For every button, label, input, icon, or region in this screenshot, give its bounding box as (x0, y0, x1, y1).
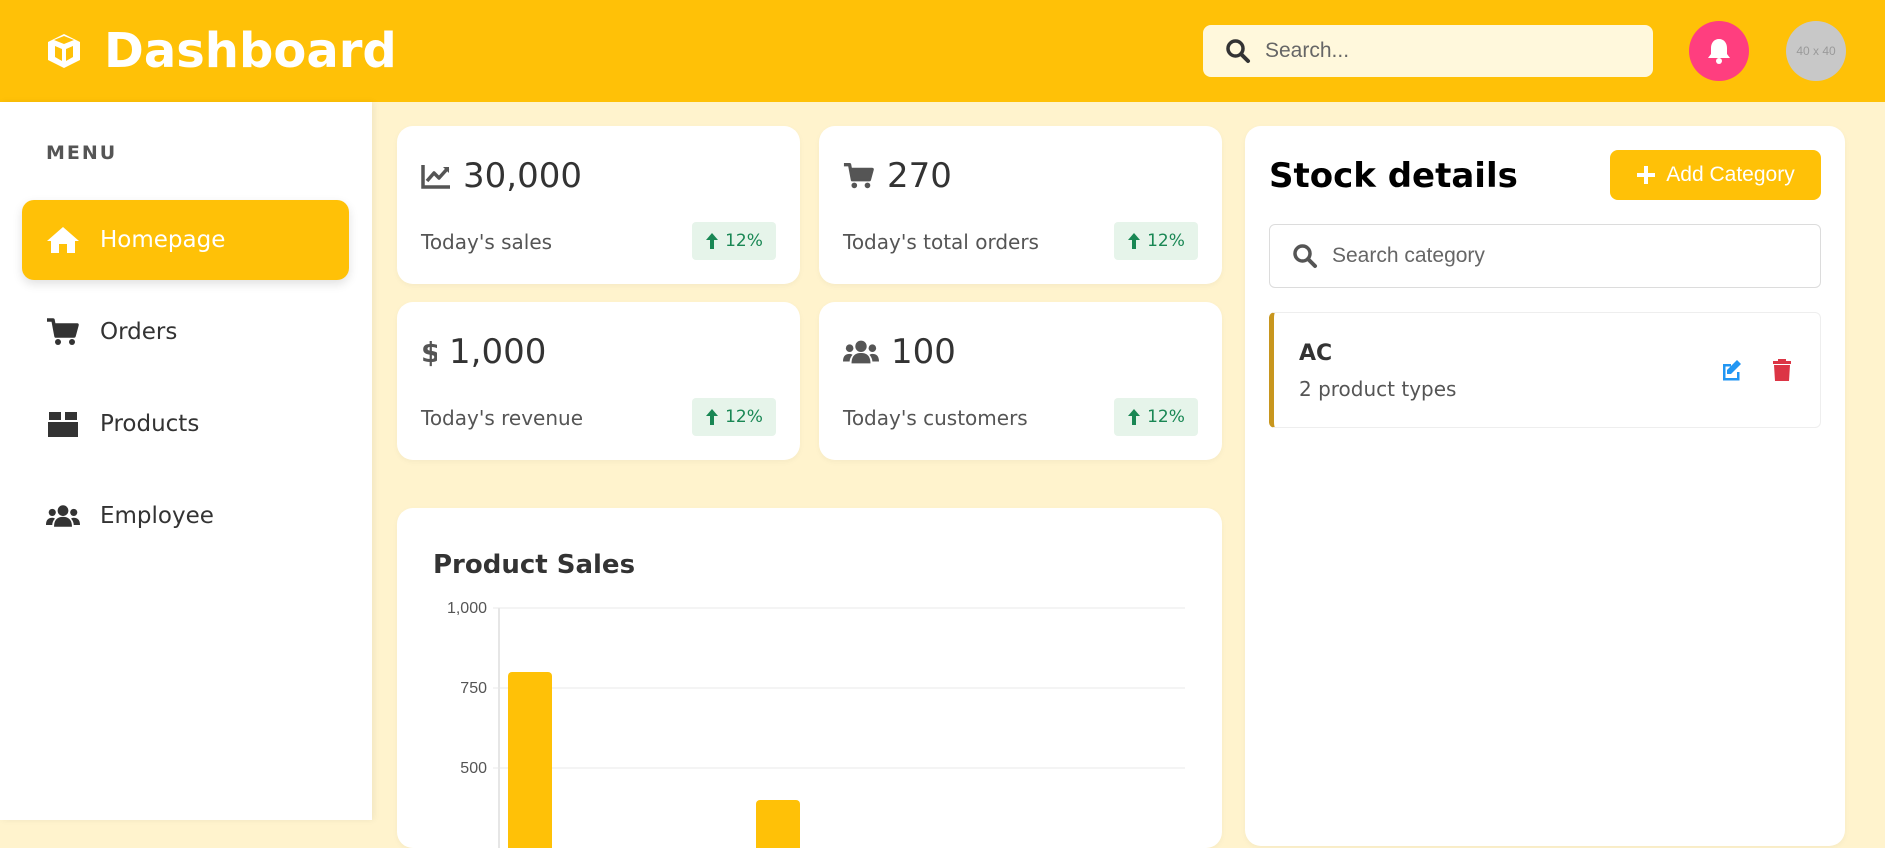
category-name: AC (1299, 341, 1333, 366)
sidebar-item-label: Products (100, 411, 200, 437)
stat-card-customers: 100 Today's customers 12% (819, 302, 1222, 460)
stat-label: Today's revenue (421, 406, 584, 430)
cart-icon (47, 318, 79, 345)
notifications-button[interactable] (1689, 21, 1749, 81)
sidebar-item-label: Homepage (100, 227, 226, 253)
status-badge: 12% (1114, 222, 1198, 260)
stock-title: Stock details (1269, 156, 1518, 196)
app-title: Dashboard (104, 23, 397, 79)
stat-label: Today's total orders (843, 230, 1039, 254)
arrow-up-icon (1128, 409, 1141, 425)
bar[interactable] (508, 672, 552, 848)
brand[interactable]: Dashboard (44, 22, 397, 80)
sidebar-item-label: Employee (100, 503, 214, 529)
stat-value: 1,000 (449, 332, 547, 372)
arrow-up-icon (706, 233, 719, 249)
list-item[interactable]: AC 2 product types (1269, 312, 1821, 428)
stat-card-revenue: $ 1,000 Today's revenue 12% (397, 302, 800, 460)
sidebar-item-label: Orders (100, 319, 178, 345)
change-percent: 12% (725, 231, 763, 251)
stat-value-row: 270 (843, 156, 952, 196)
add-category-button[interactable]: Add Category (1610, 150, 1821, 200)
search-input[interactable] (1265, 39, 1645, 63)
bell-icon (1708, 39, 1730, 64)
chart-line-icon (421, 165, 450, 189)
y-tick-label: 750 (460, 680, 487, 697)
users-icon (843, 340, 879, 364)
stat-label: Today's sales (421, 230, 553, 254)
edit-icon[interactable] (1719, 358, 1743, 382)
search-icon (1293, 244, 1317, 268)
avatar-placeholder-text: 40 x 40 (1796, 44, 1836, 58)
sidebar: MENU Homepage Orders Products Employee (0, 102, 372, 820)
box-icon (48, 412, 78, 437)
sidebar-item-employee[interactable]: Employee (22, 476, 349, 556)
y-tick-label: 1,000 (447, 600, 487, 617)
svg-text:$: $ (421, 337, 437, 367)
status-badge: 12% (692, 398, 776, 436)
add-category-label: Add Category (1666, 163, 1795, 186)
menu-title: MENU (46, 142, 118, 164)
change-percent: 12% (1147, 407, 1185, 427)
stat-value-row: 30,000 (421, 156, 582, 196)
status-badge: 12% (1114, 398, 1198, 436)
users-icon (46, 505, 80, 527)
product-sales-card: Product Sales 1,000 750 500 (397, 508, 1222, 848)
product-sales-chart: 1,000 750 500 (447, 600, 1185, 848)
stat-card-orders: 270 Today's total orders 12% (819, 126, 1222, 284)
stat-value: 270 (887, 156, 952, 196)
global-search[interactable] (1203, 25, 1653, 77)
top-header: Dashboard 40 x 40 (0, 0, 1885, 102)
stock-details-panel: Stock details Add Category AC 2 product … (1245, 126, 1845, 846)
stat-card-sales: 30,000 Today's sales 12% (397, 126, 800, 284)
change-percent: 12% (725, 407, 763, 427)
category-search-input[interactable] (1332, 244, 1812, 268)
stat-value: 100 (891, 332, 956, 372)
y-tick-label: 500 (460, 760, 487, 777)
bar[interactable] (756, 800, 800, 848)
stat-label: Today's customers (843, 406, 1028, 430)
cart-icon (843, 163, 874, 189)
home-icon (47, 227, 79, 253)
stat-value: 30,000 (463, 156, 582, 196)
arrow-up-icon (706, 409, 719, 425)
status-badge: 12% (692, 222, 776, 260)
plus-icon (1637, 166, 1656, 184)
search-icon (1226, 39, 1250, 63)
stat-value-row: $ 1,000 (421, 332, 546, 372)
dollar-icon: $ (421, 337, 437, 367)
sidebar-item-products[interactable]: Products (22, 384, 349, 464)
category-search[interactable] (1269, 224, 1821, 288)
change-percent: 12% (1147, 231, 1185, 251)
stat-value-row: 100 (843, 332, 956, 372)
sidebar-item-orders[interactable]: Orders (22, 292, 349, 372)
cube-icon (48, 34, 80, 68)
category-subtitle: 2 product types (1299, 377, 1457, 401)
sidebar-item-homepage[interactable]: Homepage (22, 200, 349, 280)
arrow-up-icon (1128, 233, 1141, 249)
trash-icon[interactable] (1772, 358, 1792, 382)
avatar[interactable]: 40 x 40 (1786, 21, 1846, 81)
